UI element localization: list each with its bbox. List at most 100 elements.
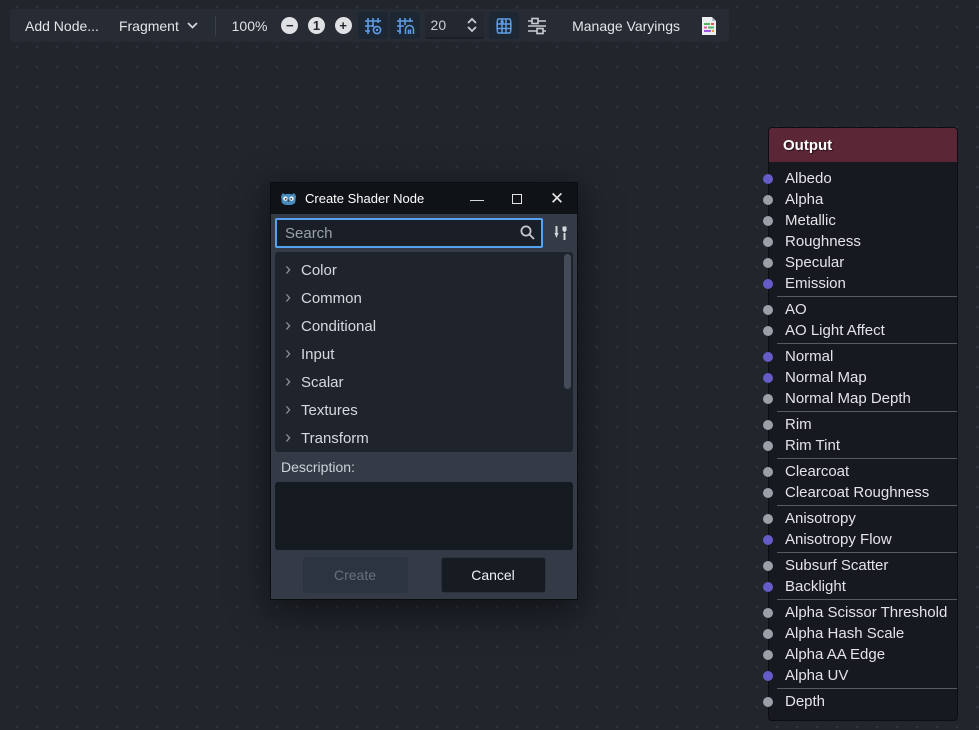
- chevron-right-icon[interactable]: ›: [285, 372, 301, 390]
- port-connector-scalar[interactable]: [763, 326, 773, 336]
- minimize-button[interactable]: —: [457, 183, 497, 214]
- snap-distance-spinbox[interactable]: 20: [425, 12, 485, 39]
- port-connector-scalar[interactable]: [763, 237, 773, 247]
- chevron-right-icon[interactable]: ›: [285, 400, 301, 418]
- dialog-titlebar[interactable]: Create Shader Node — ✕: [271, 183, 577, 214]
- port-label: Rim: [785, 416, 812, 433]
- grid-magnet-icon: [395, 16, 415, 36]
- dialog-title: Create Shader Node: [305, 191, 457, 206]
- port-connector-scalar[interactable]: [763, 697, 773, 707]
- output-node[interactable]: Output AlbedoAlphaMetallic Roughness Specu…: [768, 127, 958, 721]
- create-shader-node-dialog: Create Shader Node — ✕: [270, 182, 578, 600]
- tree-scrollbar-thumb[interactable]: [564, 254, 571, 389]
- port-row: Normal: [769, 346, 957, 367]
- zoom-out-button[interactable]: −: [279, 12, 300, 39]
- shader-file-button[interactable]: [695, 12, 723, 39]
- port-row: Specular: [769, 252, 957, 273]
- arrange-nodes-button[interactable]: [521, 12, 553, 39]
- port-label: Rim Tint: [785, 437, 840, 454]
- port-connector-scalar[interactable]: [763, 561, 773, 571]
- chevron-right-icon[interactable]: ›: [285, 316, 301, 334]
- port-connector-scalar[interactable]: [763, 258, 773, 268]
- snap-toggle-button[interactable]: [390, 12, 420, 39]
- tree-item-textures[interactable]: ›Textures: [275, 396, 573, 424]
- shader-editor-toolbar: Add Node... Fragment 100% − 1 +: [10, 9, 729, 42]
- port-row: Alpha: [769, 189, 957, 210]
- port-connector-scalar[interactable]: [763, 305, 773, 315]
- maximize-button[interactable]: [497, 183, 537, 214]
- port-connector-vector[interactable]: [763, 373, 773, 383]
- port-connector-scalar[interactable]: [763, 650, 773, 660]
- output-node-header[interactable]: Output: [769, 128, 957, 162]
- port-row: Rim Tint: [769, 435, 957, 456]
- port-row: Albedo: [769, 168, 957, 189]
- description-textarea[interactable]: [275, 482, 573, 550]
- port-row: AO Light Affect: [769, 320, 957, 341]
- tree-item-label: Textures: [301, 402, 358, 419]
- zoom-reset-button[interactable]: 1: [306, 12, 327, 39]
- port-label: Anisotropy Flow: [785, 531, 892, 548]
- minimap-toggle-button[interactable]: [489, 12, 519, 39]
- godot-logo-icon: [280, 191, 297, 206]
- port-connector-scalar[interactable]: [763, 608, 773, 618]
- chevron-right-icon[interactable]: ›: [285, 428, 301, 446]
- port-row: Normal Map Depth: [769, 388, 957, 409]
- port-connector-scalar[interactable]: [763, 629, 773, 639]
- chevron-right-icon[interactable]: ›: [285, 344, 301, 362]
- port-label: Normal Map Depth: [785, 390, 911, 407]
- port-connector-scalar[interactable]: [763, 441, 773, 451]
- zoom-in-button[interactable]: +: [333, 12, 354, 39]
- create-button[interactable]: Create: [303, 557, 408, 593]
- port-label: Roughness: [785, 233, 861, 250]
- port-connector-vector[interactable]: [763, 671, 773, 681]
- port-connector-vector[interactable]: [763, 174, 773, 184]
- grid-toggle-button[interactable]: [358, 12, 388, 39]
- one-circle-icon: 1: [308, 17, 325, 34]
- cancel-button[interactable]: Cancel: [441, 557, 546, 593]
- tree-item-color[interactable]: ›Color: [275, 256, 573, 284]
- port-label: Alpha Hash Scale: [785, 625, 904, 642]
- port-connector-scalar[interactable]: [763, 195, 773, 205]
- tools-icon: [552, 224, 569, 242]
- filter-tools-button[interactable]: [547, 219, 573, 247]
- port-connector-vector[interactable]: [763, 535, 773, 545]
- shader-file-icon: [700, 16, 718, 36]
- port-group-separator: [777, 552, 957, 553]
- tree-item-scalar[interactable]: ›Scalar: [275, 368, 573, 396]
- port-row: Alpha Scissor Threshold: [769, 602, 957, 623]
- chevron-right-icon[interactable]: ›: [285, 260, 301, 278]
- port-connector-scalar[interactable]: [763, 514, 773, 524]
- port-connector-vector[interactable]: [763, 582, 773, 592]
- port-connector-vector[interactable]: [763, 352, 773, 362]
- shader-mode-dropdown[interactable]: Fragment: [110, 12, 207, 39]
- port-connector-scalar[interactable]: [763, 467, 773, 477]
- port-label: AO: [785, 301, 807, 318]
- port-row: Anisotropy Flow: [769, 529, 957, 550]
- tree-item-label: Input: [301, 346, 334, 363]
- close-button[interactable]: ✕: [537, 183, 577, 214]
- tree-item-label: Color: [301, 262, 337, 279]
- port-label: AO Light Affect: [785, 322, 885, 339]
- chevron-right-icon[interactable]: ›: [285, 288, 301, 306]
- tree-item-label: Common: [301, 290, 362, 307]
- tree-item-input[interactable]: ›Input: [275, 340, 573, 368]
- port-label: Clearcoat Roughness: [785, 484, 929, 501]
- port-connector-scalar[interactable]: [763, 488, 773, 498]
- port-connector-scalar[interactable]: [763, 216, 773, 226]
- spin-updown-icon[interactable]: [466, 17, 478, 33]
- port-row: Metallic: [769, 210, 957, 231]
- port-connector-scalar[interactable]: [763, 394, 773, 404]
- add-node-button[interactable]: Add Node...: [16, 12, 108, 39]
- tree-item-common[interactable]: ›Common: [275, 284, 573, 312]
- search-input[interactable]: [275, 218, 543, 248]
- tree-item-transform[interactable]: ›Transform: [275, 424, 573, 452]
- grid-icon: [363, 16, 383, 36]
- port-connector-vector[interactable]: [763, 279, 773, 289]
- tree-item-conditional[interactable]: ›Conditional: [275, 312, 573, 340]
- manage-varyings-button[interactable]: Manage Varyings: [563, 12, 689, 39]
- output-node-ports: AlbedoAlphaMetallicRoughnessSpecularEmis…: [769, 162, 957, 720]
- port-row: Clearcoat Roughness: [769, 482, 957, 503]
- tree-scrollbar[interactable]: [564, 254, 571, 450]
- port-connector-scalar[interactable]: [763, 420, 773, 430]
- shader-mode-value: Fragment: [119, 18, 179, 34]
